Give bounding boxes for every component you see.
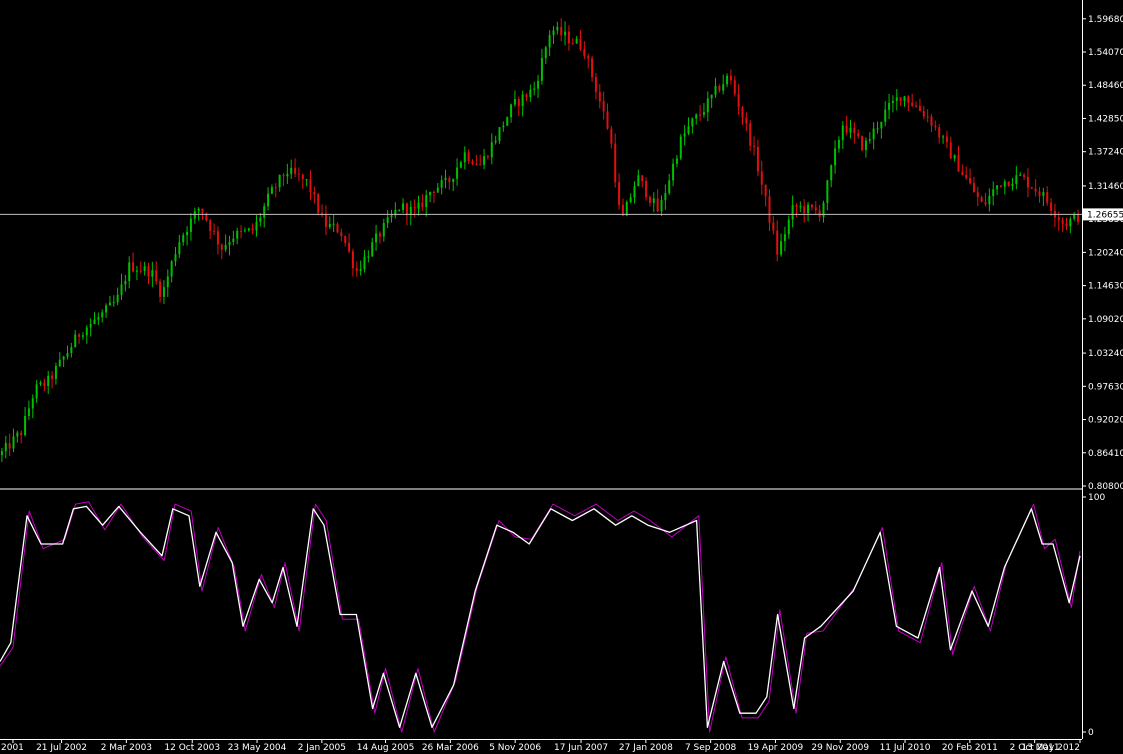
time-tick-label: 26 Mar 2006 bbox=[422, 743, 479, 753]
candle bbox=[336, 222, 339, 234]
time-tick-label: 27 Jan 2008 bbox=[619, 743, 673, 753]
candle bbox=[506, 116, 509, 127]
candle bbox=[861, 135, 864, 152]
price-axis: 1.59680 1.54070 1.48460 1.42850 1.37240 1.314… bbox=[1082, 15, 1123, 492]
time-tick-label: 11 Jul 2010 bbox=[880, 743, 931, 753]
price-tick-label: 1.09020 bbox=[1088, 315, 1123, 325]
price-tick-label: 0.80800 bbox=[1088, 482, 1123, 492]
price-tick-label: 1.42850 bbox=[1088, 114, 1123, 124]
time-tick-label: 2 Jan 2005 bbox=[298, 743, 346, 753]
chart-canvas: 1.59680 1.54070 1.48460 1.42850 1.37240 1.314… bbox=[0, 0, 1123, 754]
current-price-label: 1.26655 bbox=[1087, 210, 1123, 220]
time-tick-label: 14 Aug 2005 bbox=[357, 743, 415, 753]
candle bbox=[1007, 181, 1010, 187]
time-tick-label: 5 Nov 2006 bbox=[489, 743, 541, 753]
oscillator-tick-label: 100 bbox=[1088, 493, 1105, 503]
price-tick-label: 1.59680 bbox=[1088, 15, 1123, 25]
time-tick-label: 2001 bbox=[1, 743, 24, 753]
price-tick-label: 0.86410 bbox=[1088, 449, 1123, 459]
current-price-badge: 1.26655 bbox=[1083, 208, 1123, 221]
time-tick-label: 12 Oct 2003 bbox=[164, 743, 220, 753]
chart-background bbox=[0, 0, 1123, 754]
price-tick-label: 1.03240 bbox=[1088, 349, 1123, 359]
time-tick-label: 7 Sep 2008 bbox=[685, 743, 737, 753]
price-tick-label: 1.48460 bbox=[1088, 81, 1123, 91]
price-tick-label: 1.54070 bbox=[1088, 48, 1123, 58]
price-tick-label: 1.14630 bbox=[1088, 282, 1123, 292]
price-tick-label: 0.92020 bbox=[1088, 416, 1123, 426]
time-tick-label: 29 Nov 2009 bbox=[811, 743, 869, 753]
price-tick-label: 0.97630 bbox=[1088, 382, 1123, 392]
time-tick-label: 19 Apr 2009 bbox=[748, 743, 804, 753]
oscillator-tick-label: 0 bbox=[1088, 728, 1094, 738]
time-tick-label: 13 May 2012 bbox=[1021, 743, 1080, 753]
candle bbox=[317, 192, 320, 216]
time-tick-label: 17 Jun 2007 bbox=[554, 743, 608, 753]
candle bbox=[625, 200, 628, 216]
time-tick-label: 2 Mar 2003 bbox=[101, 743, 152, 753]
time-tick-label: 21 Jul 2002 bbox=[36, 743, 87, 753]
price-tick-label: 1.37240 bbox=[1088, 148, 1123, 158]
price-tick-label: 1.20240 bbox=[1088, 248, 1123, 258]
time-tick-label: 20 Feb 2011 bbox=[942, 743, 998, 753]
time-tick-label: 23 May 2004 bbox=[228, 743, 287, 753]
candle bbox=[679, 134, 682, 161]
price-tick-label: 1.31460 bbox=[1088, 182, 1123, 192]
